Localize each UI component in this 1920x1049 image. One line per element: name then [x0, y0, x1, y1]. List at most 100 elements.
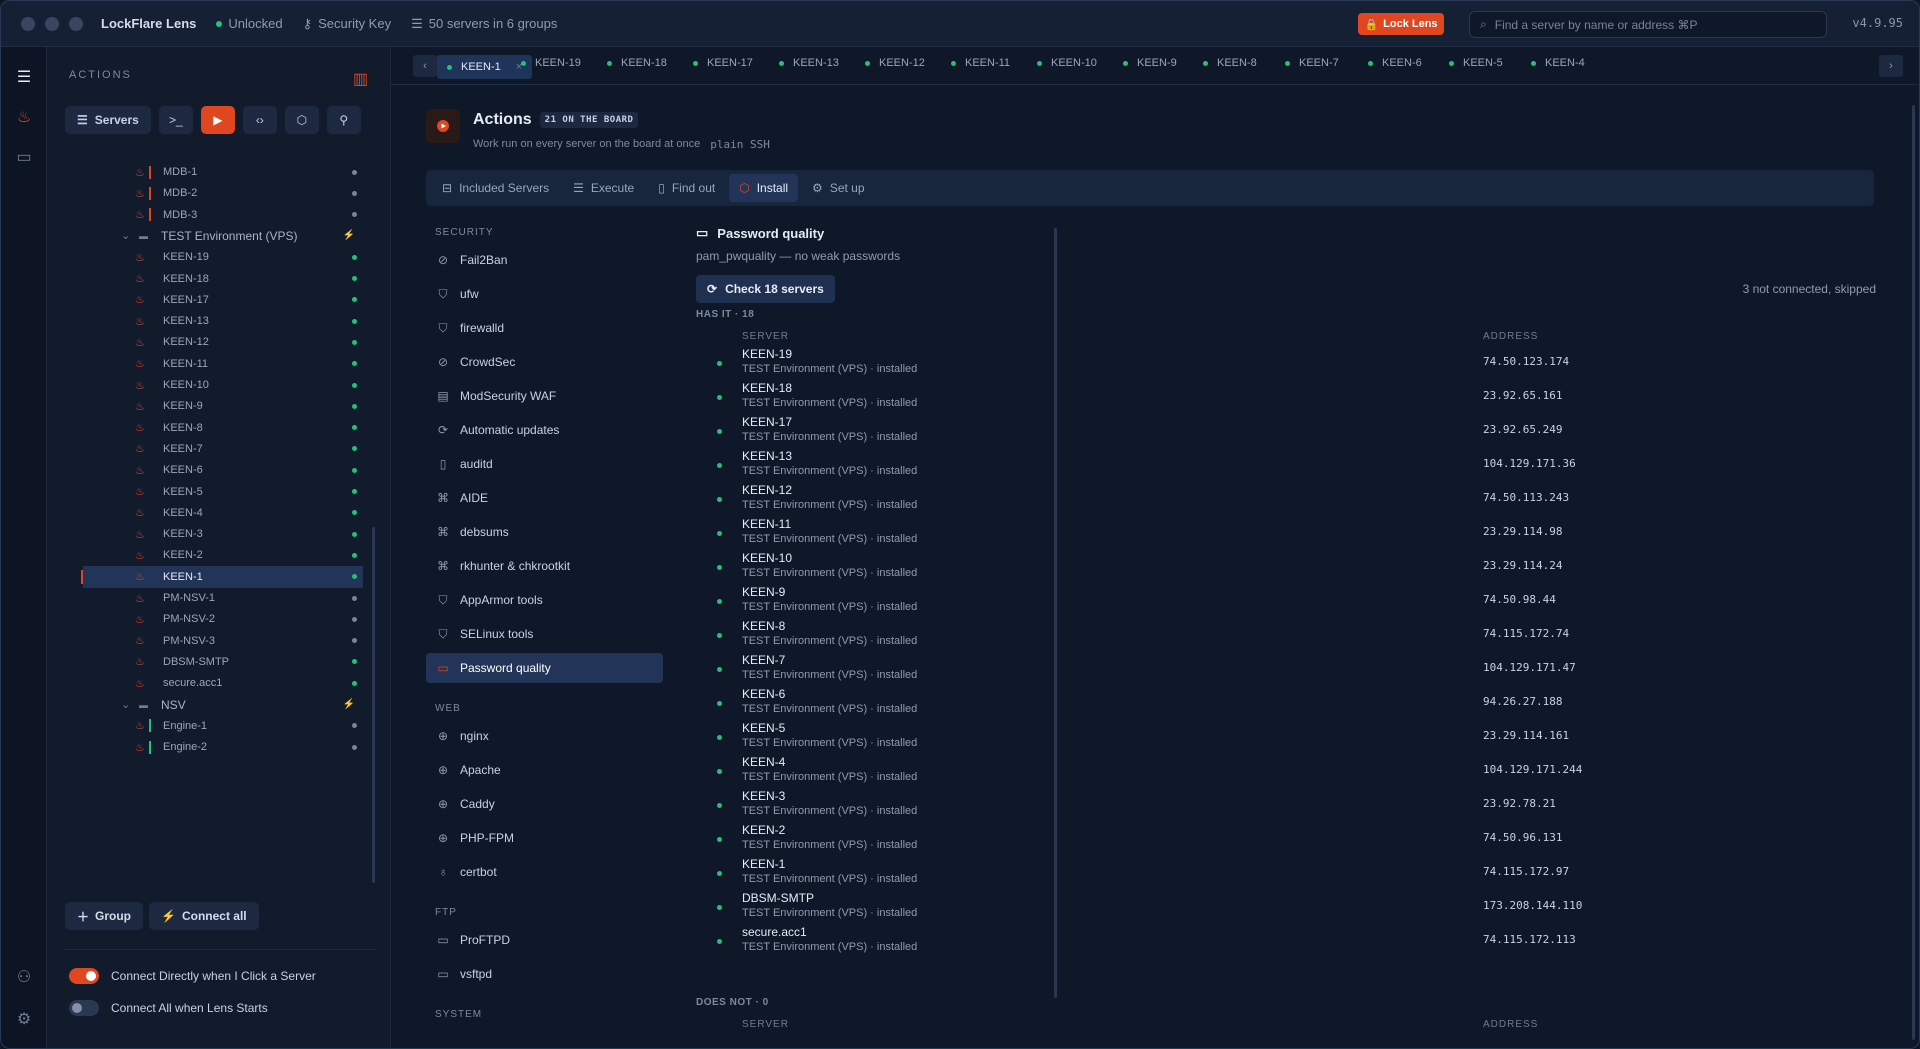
tree-server-item[interactable]: ♨ KEEN-1 — [81, 565, 363, 588]
category-item[interactable]: ▭ Password quality — [426, 653, 663, 683]
tree-server-item[interactable]: ♨ secure.acc1 — [83, 672, 363, 694]
tree-server-item[interactable]: ♨ KEEN-18 — [83, 268, 363, 290]
tree-server-item[interactable]: ♨ KEEN-2 — [83, 544, 363, 566]
tree-server-item[interactable]: ♨ MDB-1 — [83, 161, 363, 183]
lock-lens-button[interactable]: 🔒 Lock Lens — [1358, 13, 1444, 35]
category-item[interactable]: ⌘ rkhunter & chkrootkit — [426, 551, 663, 581]
tab-keen-12[interactable]: KEEN-12 — [865, 57, 925, 69]
tree-server-item[interactable]: ♨ KEEN-9 — [83, 395, 363, 417]
category-item[interactable]: ⊕ PHP-FPM — [426, 823, 663, 853]
package-mode-button[interactable]: ⬡ — [284, 106, 319, 134]
tab-keen-18[interactable]: KEEN-18 — [607, 57, 667, 69]
tree-server-item[interactable]: ♨ KEEN-19 — [83, 246, 363, 268]
tab-keen-11[interactable]: KEEN-11 — [951, 57, 1010, 69]
tab-keen-7[interactable]: KEEN-7 — [1285, 57, 1339, 69]
tree-server-item[interactable]: ♨ PM-NSV-2 — [83, 608, 363, 630]
code-mode-button[interactable]: ‹› — [242, 106, 277, 134]
category-item[interactable]: ⊕ Apache — [426, 755, 663, 785]
category-item[interactable]: ⌘ AIDE — [426, 483, 663, 513]
tree-server-item[interactable]: ♨ Engine-2 — [83, 736, 363, 758]
zoom-window-button[interactable] — [69, 16, 83, 31]
tree-server-item[interactable]: ♨ DBSM-SMTP — [83, 651, 363, 673]
close-window-button[interactable] — [21, 16, 35, 31]
add-group-button[interactable]: ＋ Group — [65, 902, 144, 930]
server-row[interactable]: secure.acc1 TEST Environment (VPS) · inst… — [696, 925, 1876, 959]
settings-gear-icon[interactable]: ⚙ — [14, 1009, 34, 1029]
tab-execute[interactable]: ☰ Execute — [563, 174, 644, 202]
server-row[interactable]: KEEN-11 TEST Environment (VPS) · installe… — [696, 517, 1876, 551]
team-rail-icon[interactable]: ⚇ — [14, 967, 34, 987]
server-row[interactable]: KEEN-12 TEST Environment (VPS) · installe… — [696, 483, 1876, 517]
tab-scroll-left-button[interactable]: ‹ — [413, 55, 437, 77]
tab-keen-10[interactable]: KEEN-10 — [1037, 57, 1097, 69]
server-row[interactable]: KEEN-18 TEST Environment (VPS) · installe… — [696, 381, 1876, 415]
category-item[interactable]: ⛉ firewalld — [426, 313, 663, 343]
server-row[interactable]: KEEN-10 TEST Environment (VPS) · installe… — [696, 551, 1876, 585]
servers-rail-icon[interactable]: ☰ — [14, 67, 34, 87]
category-item[interactable]: ▤ ModSecurity WAF — [426, 381, 663, 411]
tab-set-up[interactable]: ⚙ Set up — [802, 174, 874, 202]
tree-server-item[interactable]: ♨ MDB-3 — [83, 204, 363, 226]
chevron-down-icon[interactable]: ⌄ — [121, 229, 139, 242]
server-row[interactable]: KEEN-1 TEST Environment (VPS) · installed… — [696, 857, 1876, 891]
sidebar-toggle-icon[interactable]: ▥ — [353, 69, 368, 89]
tree-group[interactable]: ⌄ ▬ TEST Environment (VPS) ⚡ — [83, 225, 363, 247]
tree-server-item[interactable]: ♨ KEEN-13 — [83, 310, 363, 332]
category-item[interactable]: ⌘ debsums — [426, 517, 663, 547]
terminal-mode-button[interactable]: >_ — [158, 106, 193, 134]
tree-server-item[interactable]: ♨ KEEN-17 — [83, 289, 363, 311]
tree-server-item[interactable]: ♨ KEEN-11 — [83, 353, 363, 375]
tab-scroll-right-button[interactable]: › — [1879, 55, 1903, 77]
check-servers-button[interactable]: ⟳ Check 18 servers — [696, 275, 835, 303]
tree-server-item[interactable]: ♨ PM-NSV-1 — [83, 587, 363, 609]
server-row[interactable]: DBSM-SMTP TEST Environment (VPS) · instal… — [696, 891, 1876, 925]
server-row[interactable]: KEEN-5 TEST Environment (VPS) · installed… — [696, 721, 1876, 755]
connect-all-button[interactable]: ⚡ Connect all — [149, 902, 259, 930]
category-item[interactable]: ⛉ SELinux tools — [426, 619, 663, 649]
tree-server-item[interactable]: ♨ KEEN-4 — [83, 502, 363, 524]
tree-server-item[interactable]: ♨ KEEN-6 — [83, 459, 363, 481]
actions-mode-button[interactable]: ▶ — [200, 106, 235, 134]
servers-mode-button[interactable]: ☰ Servers — [65, 106, 151, 134]
server-row[interactable]: KEEN-2 TEST Environment (VPS) · installed… — [696, 823, 1876, 857]
category-item[interactable]: ⊕ nginx — [426, 721, 663, 751]
connect-all-on-start-toggle[interactable] — [69, 1000, 99, 1016]
tab-keen-6[interactable]: KEEN-6 — [1368, 57, 1422, 69]
server-row[interactable]: KEEN-19 TEST Environment (VPS) · installe… — [696, 347, 1876, 381]
server-row[interactable]: KEEN-9 TEST Environment (VPS) · installed… — [696, 585, 1876, 619]
chevron-down-icon[interactable]: ⌄ — [121, 698, 139, 711]
tab-keen-9[interactable]: KEEN-9 — [1123, 57, 1177, 69]
category-item[interactable]: ♁ certbot — [426, 857, 663, 887]
sidebar-scrollbar[interactable] — [372, 527, 375, 883]
bolt-icon[interactable]: ⚡ — [343, 230, 355, 241]
tree-server-item[interactable]: ♨ KEEN-10 — [83, 374, 363, 396]
tab-included-servers[interactable]: ⊟ Included Servers — [432, 174, 559, 202]
server-row[interactable]: KEEN-8 TEST Environment (VPS) · installed… — [696, 619, 1876, 653]
folder-rail-icon[interactable]: ▭ — [14, 147, 34, 167]
tree-server-item[interactable]: ♨ MDB-2 — [83, 182, 363, 204]
tree-server-item[interactable]: ♨ PM-NSV-3 — [83, 630, 363, 652]
tree-server-item[interactable]: ♨ KEEN-5 — [83, 481, 363, 503]
tab-keen-17[interactable]: KEEN-17 — [693, 57, 753, 69]
server-row[interactable]: KEEN-17 TEST Environment (VPS) · installe… — [696, 415, 1876, 449]
tree-server-item[interactable]: ♨ KEEN-3 — [83, 523, 363, 545]
server-row[interactable]: KEEN-3 TEST Environment (VPS) · installed… — [696, 789, 1876, 823]
bolt-icon[interactable]: ⚡ — [343, 699, 355, 710]
flame-rail-icon[interactable]: ♨ — [14, 107, 34, 127]
tab-keen-13[interactable]: KEEN-13 — [779, 57, 839, 69]
topology-mode-button[interactable]: ⚲ — [326, 106, 361, 134]
category-item[interactable]: ⛉ AppArmor tools — [426, 585, 663, 615]
tree-server-item[interactable]: ♨ Engine-1 — [83, 715, 363, 737]
tab-install[interactable]: ⬡ Install — [729, 174, 799, 202]
tree-server-item[interactable]: ♨ KEEN-12 — [83, 331, 363, 353]
tab-keen-5[interactable]: KEEN-5 — [1449, 57, 1503, 69]
category-item[interactable]: ⛉ ufw — [426, 279, 663, 309]
tab-keen-4[interactable]: KEEN-4 — [1531, 57, 1585, 69]
category-item[interactable]: ▭ vsftpd — [426, 959, 663, 989]
category-item[interactable]: ▯ auditd — [426, 449, 663, 479]
main-scrollbar[interactable] — [1912, 105, 1915, 1040]
category-item[interactable]: ⊘ CrowdSec — [426, 347, 663, 377]
tab-keen-19[interactable]: KEEN-19 — [521, 57, 581, 69]
connect-directly-toggle[interactable] — [69, 968, 99, 984]
tab-keen-1[interactable]: KEEN-1 × — [437, 55, 533, 79]
